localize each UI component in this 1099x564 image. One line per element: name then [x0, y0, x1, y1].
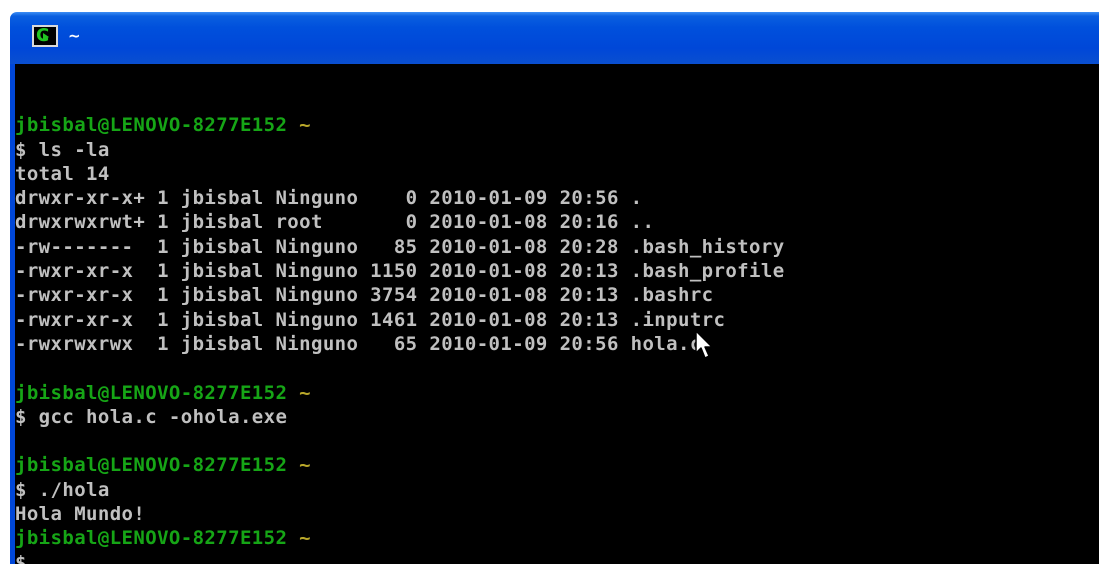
prompt-user-host: jbisbal@LENOVO-8277E152: [15, 114, 288, 137]
output-line: drwxrwxrwt+ 1 jbisbal root 0 2010-01-08 …: [15, 211, 655, 234]
prompt-line: jbisbal@LENOVO-8277E152 ~: [15, 381, 785, 405]
output-line: -rwxr-xr-x 1 jbisbal Ninguno 3754 2010-0…: [15, 284, 714, 307]
output-line: $ ls -la: [15, 138, 110, 161]
prompt-user-host: jbisbal@LENOVO-8277E152: [15, 454, 288, 477]
prompt-line: jbisbal@LENOVO-8277E152 ~: [15, 113, 785, 137]
output-line: $ ./hola: [15, 478, 110, 501]
output-line: total 14: [15, 162, 110, 185]
prompt-line: jbisbal@LENOVO-8277E152 ~: [15, 526, 785, 550]
terminal-window: C ~ jbisbal@LENOVO-8277E152 ~ $ ls -la tot…: [0, 0, 1099, 564]
output-line: Hola Mundo!: [15, 503, 146, 526]
prompt-directory: ~: [299, 454, 311, 477]
console-area[interactable]: jbisbal@LENOVO-8277E152 ~ $ ls -la total 1…: [15, 64, 1099, 564]
output-line: -rwxrwxrwx 1 jbisbal Ninguno 65 2010-01-…: [15, 332, 702, 355]
prompt-directory: ~: [299, 381, 311, 404]
output-line: $: [15, 551, 27, 564]
output-line: -rwxr-xr-x 1 jbisbal Ninguno 1150 2010-0…: [15, 260, 785, 283]
terminal-output: jbisbal@LENOVO-8277E152 ~ $ ls -la total 1…: [15, 89, 785, 564]
output-line: -rw------- 1 jbisbal Ninguno 85 2010-01-…: [15, 235, 785, 258]
output-line: drwxr-xr-x+ 1 jbisbal Ninguno 0 2010-01-…: [15, 187, 643, 210]
output-line: -rwxr-xr-x 1 jbisbal Ninguno 1461 2010-0…: [15, 308, 726, 331]
output-line: $ gcc hola.c -ohola.exe: [15, 405, 288, 428]
mouse-pointer-icon: [695, 330, 713, 359]
arrow-glyph: [43, 33, 49, 41]
cygwin-terminal-icon[interactable]: C: [32, 25, 58, 47]
prompt-user-host: jbisbal@LENOVO-8277E152: [15, 527, 288, 550]
title-bar[interactable]: C ~: [10, 12, 1099, 64]
prompt-line: jbisbal@LENOVO-8277E152 ~: [15, 453, 785, 477]
prompt-directory: ~: [299, 527, 311, 550]
prompt-user-host: jbisbal@LENOVO-8277E152: [15, 381, 288, 404]
prompt-directory: ~: [299, 114, 311, 137]
window-title: ~: [68, 27, 81, 45]
